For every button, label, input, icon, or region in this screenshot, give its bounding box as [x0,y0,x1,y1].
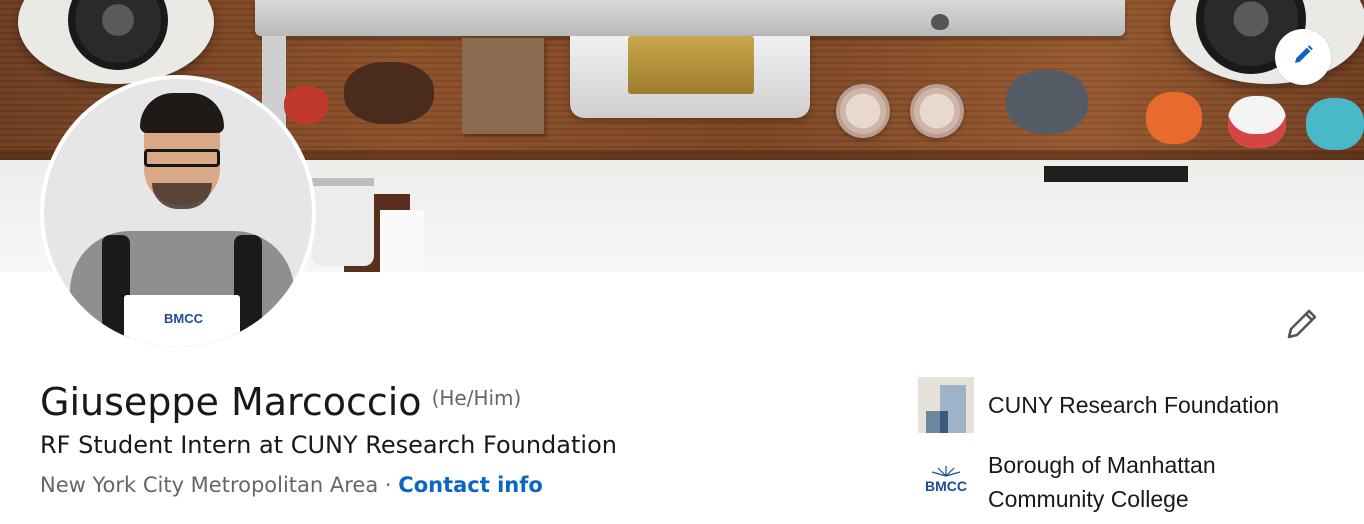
profile-location: New York City Metropolitan Area [40,473,379,497]
profile-headline: RF Student Intern at CUNY Research Found… [40,431,617,459]
pencil-icon [1291,43,1315,71]
location-separator: · [384,473,392,497]
profile-name: Giuseppe Marcoccio [40,380,422,424]
affiliation-label: Borough of Manhattan Community College [988,452,1216,512]
edit-banner-button[interactable] [1275,29,1331,85]
affiliation-label: CUNY Research Foundation [988,392,1280,418]
name-row: Giuseppe Marcoccio (He/Him) [40,380,521,424]
affiliation-cuny-research-foundation[interactable]: CUNY Research Foundation [918,377,1279,433]
affiliation-bmcc[interactable]: BMCC Borough of Manhattan Community Coll… [918,452,1318,516]
profile-photo: BMCC [44,79,312,347]
bmcc-logo: BMCC [918,452,974,508]
profile-pronouns: (He/Him) [431,386,522,410]
cuny-research-foundation-logo [918,377,974,433]
folder-logo-text: BMCC [164,311,203,326]
profile-avatar[interactable]: BMCC [40,75,316,351]
contact-info-link[interactable]: Contact info [398,473,543,497]
pencil-icon [1284,306,1320,346]
bmcc-logo-text: BMCC [925,478,967,494]
edit-intro-button[interactable] [1282,306,1322,346]
banner-monitor [255,0,1125,36]
location-row: New York City Metropolitan Area · Contac… [40,473,543,497]
